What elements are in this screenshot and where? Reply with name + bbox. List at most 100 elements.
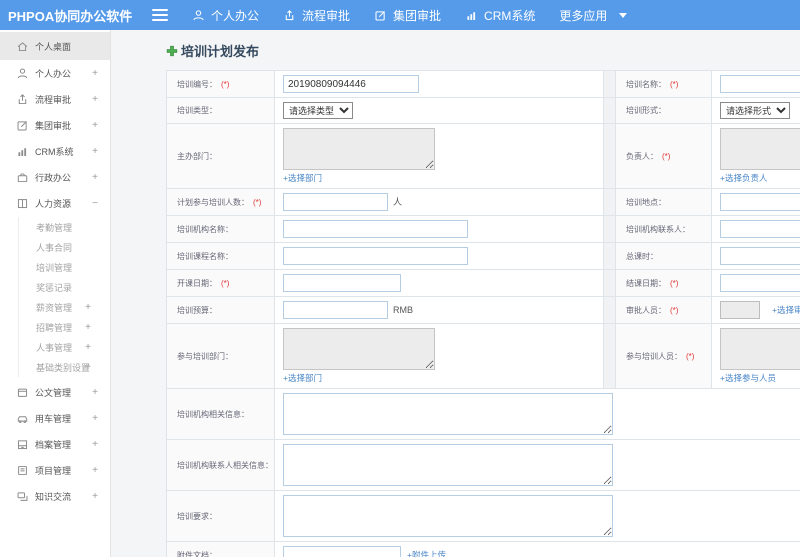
- top-menu-more-apps[interactable]: 更多应用: [559, 7, 628, 24]
- field-label: 培训名称： (*): [615, 70, 712, 98]
- sidebar-item-hr[interactable]: 人力资源 −: [0, 190, 110, 216]
- budget-input[interactable]: [283, 301, 388, 319]
- sidebar-subitem-rewards[interactable]: 奖惩记录: [19, 277, 110, 297]
- sidebar-item-archive[interactable]: 档案管理 +: [0, 431, 110, 457]
- unit-label: 人: [393, 196, 403, 207]
- sidebar-subitem-salary[interactable]: 薪资管理 +: [19, 297, 110, 317]
- sidebar-item-crm[interactable]: CRM系统 +: [0, 138, 110, 164]
- flow-approval-icon: [16, 93, 29, 106]
- field-label: 参与培训部门：: [166, 323, 275, 389]
- sidebar-item-flow-approval[interactable]: 流程审批 +: [0, 86, 110, 112]
- sidebar-subitem-training[interactable]: 培训管理: [19, 257, 110, 277]
- sidebar-item-official-doc[interactable]: 公文管理 +: [0, 379, 110, 405]
- table-row: 培训机构相关信息：: [166, 388, 800, 440]
- attachment-input[interactable]: [283, 546, 401, 557]
- app-logo[interactable]: PHPOA协同办公软件: [0, 6, 142, 25]
- top-menu-group-approval[interactable]: 集团审批: [374, 7, 441, 24]
- field-label: 培训要求：: [166, 490, 275, 542]
- table-row: 培训机构联系人相关信息：: [166, 439, 800, 491]
- table-row: 培训要求：: [166, 490, 800, 542]
- field-label: 培训机构名称：: [166, 215, 275, 243]
- top-menu-flow-approval[interactable]: 流程审批: [283, 7, 350, 24]
- choose-join-dept-link[interactable]: +选择部门: [283, 373, 322, 383]
- end-date-input[interactable]: [720, 274, 800, 292]
- field-label: 负责人： (*): [615, 123, 712, 189]
- main-content: 培训计划发布 培训编号：(*) 培训名称：(*) 培训类型： 请选择类型 培训形…: [112, 30, 800, 557]
- bar-chart-icon: [465, 9, 478, 22]
- top-menu-crm[interactable]: CRM系统: [465, 7, 535, 24]
- choose-approver-link[interactable]: +选择审批人员: [772, 305, 800, 315]
- column-spacer: [603, 215, 616, 243]
- sidebar-menu: 个人桌面 个人办公 + 流程审批 + 集团审批 + CRM系统 + 行政办公 +: [0, 30, 110, 509]
- choose-dept-link[interactable]: +选择部门: [283, 173, 322, 183]
- sidebar-subitem-hr-contract[interactable]: 人事合同: [19, 237, 110, 257]
- column-spacer: [603, 323, 616, 389]
- sidebar-item-project[interactable]: 项目管理 +: [0, 457, 110, 483]
- column-spacer: [603, 188, 616, 216]
- org-name-input[interactable]: [283, 220, 468, 238]
- table-row: 培训类型： 请选择类型 培训形式： 请选择形式: [166, 97, 800, 124]
- org-contact-input[interactable]: [720, 220, 800, 238]
- field-label: 附件文档：: [166, 541, 275, 557]
- join-dept-textarea[interactable]: [283, 328, 435, 370]
- top-menu: 个人办公 流程审批 集团审批 CRM系统 更多应用: [168, 7, 628, 24]
- bar-chart-icon: [16, 145, 29, 158]
- sidebar-item-knowledge[interactable]: 知识交流 +: [0, 483, 110, 509]
- sidebar-subitem-personnel[interactable]: 人事管理 +: [19, 337, 110, 357]
- column-spacer: [603, 70, 616, 98]
- caret-down-icon: [619, 12, 628, 18]
- table-row: 主办部门： +选择部门 负责人： (*) +选择负责人: [166, 123, 800, 189]
- planned-count-input[interactable]: [283, 193, 388, 211]
- location-input[interactable]: [720, 193, 800, 211]
- training-type-select[interactable]: 请选择类型: [283, 102, 353, 119]
- total-hours-input[interactable]: [720, 247, 800, 265]
- field-label: 培训机构联系人相关信息：: [166, 439, 275, 491]
- sidebar-subitem-attendance[interactable]: 考勤管理: [19, 217, 110, 237]
- user-icon: [192, 9, 205, 22]
- choose-join-people-link[interactable]: +选择参与人员: [720, 373, 776, 383]
- sidebar-item-admin-office[interactable]: 行政办公 +: [0, 164, 110, 190]
- sidebar-item-desktop[interactable]: 个人桌面: [0, 32, 110, 60]
- project-icon: [16, 464, 29, 477]
- training-form-select[interactable]: 请选择形式: [720, 102, 790, 119]
- field-label: 培训机构相关信息：: [166, 388, 275, 440]
- field-label: 计划参与培训人数： (*): [166, 188, 275, 216]
- top-menu-personal-office[interactable]: 个人办公: [192, 7, 259, 24]
- course-name-input[interactable]: [283, 247, 468, 265]
- column-spacer: [603, 123, 616, 189]
- table-row: 培训机构名称： 培训机构联系人：: [166, 215, 800, 243]
- table-row: 参与培训部门： +选择部门 参与培训人员： (*) +选择参与人员: [166, 323, 800, 389]
- training-plan-form: 培训编号：(*) 培训名称：(*) 培训类型： 请选择类型 培训形式： 请选择形…: [166, 70, 800, 557]
- org-info-textarea[interactable]: [283, 393, 613, 435]
- sidebar-subitem-recruit[interactable]: 招聘管理 +: [19, 317, 110, 337]
- sidebar-item-vehicle[interactable]: 用车管理 +: [0, 405, 110, 431]
- start-date-input[interactable]: [283, 274, 401, 292]
- page-title: 培训计划发布: [166, 41, 800, 60]
- training-name-input[interactable]: [720, 75, 800, 93]
- field-label: 开课日期： (*): [166, 269, 275, 297]
- archive-icon: [16, 438, 29, 451]
- field-label: 审批人员： (*): [615, 296, 712, 324]
- briefcase-icon: [16, 171, 29, 184]
- leader-textarea[interactable]: [720, 128, 800, 170]
- table-row: 计划参与培训人数： (*) 人 培训地点：: [166, 188, 800, 216]
- home-icon: [16, 40, 29, 53]
- column-spacer: [603, 296, 616, 324]
- approver-input[interactable]: [720, 301, 760, 319]
- column-spacer: [603, 242, 616, 270]
- training-no-input[interactable]: [283, 75, 419, 93]
- sidebar-subitem-base-category[interactable]: 基础类别设置 +: [19, 357, 110, 377]
- chat-icon: [16, 490, 29, 503]
- choose-leader-link[interactable]: +选择负责人: [720, 173, 767, 183]
- sidebar-item-personal-office[interactable]: 个人办公 +: [0, 60, 110, 86]
- hamburger-menu-icon[interactable]: [152, 6, 168, 24]
- join-people-textarea[interactable]: [720, 328, 800, 370]
- attachment-upload-link[interactable]: +附件上传: [407, 550, 446, 557]
- field-label: 培训预算：: [166, 296, 275, 324]
- document-icon: [16, 386, 29, 399]
- training-requirement-textarea[interactable]: [283, 495, 613, 537]
- sidebar-item-group-approval[interactable]: 集团审批 +: [0, 112, 110, 138]
- host-dept-textarea[interactable]: [283, 128, 435, 170]
- org-contact-info-textarea[interactable]: [283, 444, 613, 486]
- top-header: PHPOA协同办公软件 个人办公 流程审批 集团审批 CRM系统 更多应用: [0, 0, 800, 30]
